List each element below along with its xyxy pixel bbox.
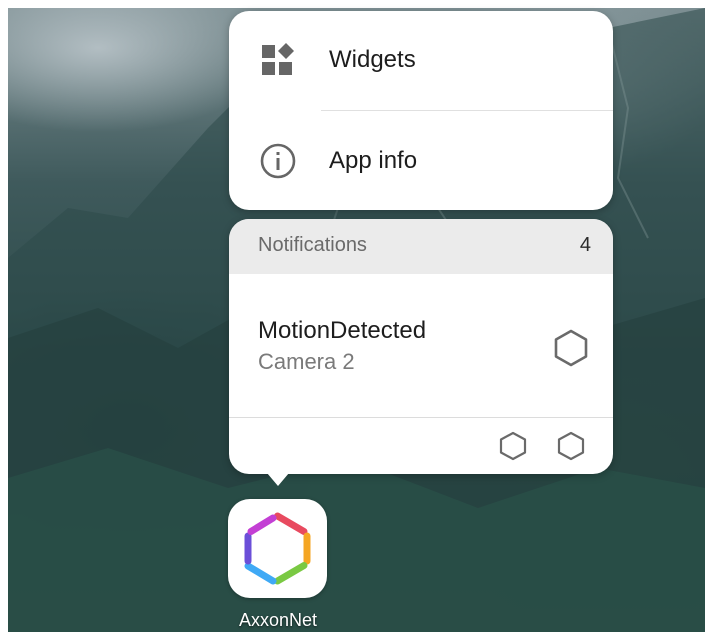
- hexagon-action-icon[interactable]: [497, 430, 529, 462]
- info-icon: [260, 143, 296, 179]
- notification-title: MotionDetected: [258, 317, 427, 344]
- popup-pointer: [267, 473, 289, 486]
- widgets-label: Widgets: [329, 46, 416, 73]
- notification-item[interactable]: MotionDetected Camera 2: [229, 274, 613, 417]
- app-shortcut-menu: Widgets App info: [229, 11, 613, 210]
- app-info-label: App info: [329, 147, 418, 174]
- notifications-title: Notifications: [258, 234, 367, 256]
- notification-subtitle: Camera 2: [258, 349, 355, 374]
- notification-divider: [229, 417, 613, 418]
- widgets-menu-item[interactable]: Widgets: [229, 11, 613, 109]
- axxonnet-app-icon[interactable]: [228, 499, 327, 598]
- notifications-panel: Notifications 4 MotionDetected Camera 2: [229, 219, 613, 474]
- app-label: AxxonNet: [238, 610, 318, 630]
- menu-divider: [321, 110, 613, 111]
- axxonnet-logo-icon: [244, 512, 311, 585]
- widgets-icon: [262, 43, 294, 75]
- notifications-count: 4: [579, 234, 591, 256]
- hexagon-icon: [554, 329, 588, 367]
- notifications-header: Notifications 4: [229, 219, 613, 274]
- hexagon-action-icon[interactable]: [555, 430, 587, 462]
- app-info-menu-item[interactable]: App info: [229, 112, 613, 210]
